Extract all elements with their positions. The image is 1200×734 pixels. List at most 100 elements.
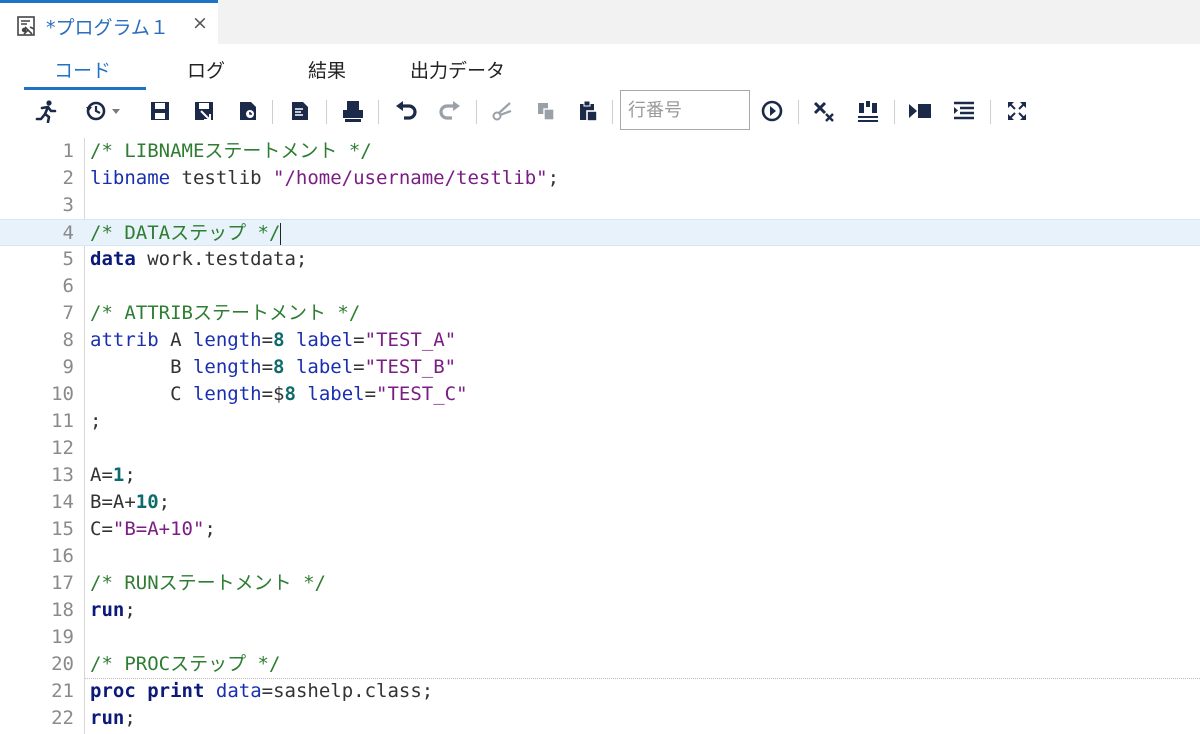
code-line[interactable]: 17 /* RUNステートメント */ (0, 570, 1200, 597)
paste-icon[interactable] (574, 97, 602, 125)
code-token: length (192, 356, 262, 378)
code-token: ; (90, 410, 102, 432)
code-token: /* LIBNAMEステートメント */ (90, 140, 372, 162)
code-line[interactable]: 13 A=1; (0, 462, 1200, 489)
code-text: B length=8 label="TEST_B" (90, 354, 456, 381)
code-token: data (90, 248, 136, 270)
code-token: label (307, 383, 365, 405)
code-token: ; (124, 599, 136, 621)
line-number: 7 (62, 302, 74, 324)
code-token: "TEST_A" (364, 329, 457, 351)
code-text: B=A+10; (90, 489, 170, 516)
code-text: proc print data=sashelp.class; (90, 678, 433, 705)
line-number: 4 (62, 222, 74, 244)
code-token: work.testdata; (135, 248, 308, 270)
print-icon[interactable] (339, 97, 367, 125)
code-token: /* PROCステップ */ (90, 653, 281, 675)
submit-to-log-icon[interactable] (906, 97, 934, 125)
code-token: ; (158, 491, 171, 513)
code-token: attrib (90, 329, 159, 351)
code-token: = (364, 383, 377, 405)
code-editor[interactable]: 1 /* LIBNAMEステートメント */ 2 libname testlib "/… (0, 138, 1200, 734)
code-token: ; (124, 707, 136, 729)
tab-code[interactable]: コード (54, 56, 111, 83)
indent-lines-icon[interactable] (950, 97, 978, 125)
close-tab-icon[interactable]: × (192, 12, 208, 34)
program-tab[interactable]: *プログラム１ × (0, 0, 218, 44)
code-text: data work.testdata; (90, 246, 307, 273)
tab-output-data[interactable]: 出力データ (410, 56, 505, 83)
save-snippet-icon[interactable] (234, 97, 262, 125)
save-as-icon[interactable] (190, 97, 218, 125)
code-line[interactable]: 3 (0, 192, 1200, 219)
copy-icon[interactable] (532, 97, 560, 125)
code-text: /* LIBNAMEステートメント */ (90, 138, 372, 165)
code-token: data (215, 680, 262, 702)
code-line[interactable]: 11; (0, 408, 1200, 435)
code-line[interactable]: 16 (0, 543, 1200, 570)
code-line[interactable]: 8 attrib A length=8 label="TEST_A" (0, 327, 1200, 354)
code-line[interactable]: 21 proc print data=sashelp.class; (0, 678, 1200, 705)
tab-log[interactable]: ログ (187, 56, 225, 83)
code-token: A (158, 329, 193, 351)
code-line[interactable]: 1 /* LIBNAMEステートメント */ (0, 138, 1200, 165)
code-token: "/home/username/testlib" (273, 167, 548, 189)
code-token: B (90, 356, 193, 378)
code-token: ; (124, 464, 136, 486)
code-text: libname testlib "/home/username/testlib"… (90, 165, 559, 192)
history-dropdown-icon[interactable] (82, 97, 126, 125)
code-token: = (353, 356, 365, 378)
code-token: /* RUNステートメント */ (90, 572, 326, 594)
go-to-line-icon[interactable] (758, 97, 786, 125)
line-number: 20 (51, 653, 74, 675)
format-code-icon[interactable] (286, 97, 314, 125)
clear-code-icon[interactable] (810, 97, 838, 125)
code-line[interactable]: 20 /* PROCステップ */ (0, 651, 1200, 678)
code-line[interactable]: 19 (0, 624, 1200, 651)
code-line[interactable]: 10 C length=$8 label="TEST_C" (0, 381, 1200, 408)
code-line[interactable]: 12 (0, 435, 1200, 462)
line-number-input[interactable] (620, 90, 750, 130)
redo-icon[interactable] (436, 97, 464, 125)
code-line[interactable]: 2 libname testlib "/home/username/testlib… (0, 165, 1200, 192)
split-columns-icon[interactable] (854, 97, 882, 125)
code-token: "TEST_B" (364, 356, 457, 378)
line-number: 9 (62, 356, 74, 378)
code-token: libname (90, 167, 171, 189)
cut-icon[interactable] (488, 97, 516, 125)
code-line[interactable]: 9 B length=8 label="TEST_B" (0, 354, 1200, 381)
code-line[interactable]: 5 data work.testdata; (0, 246, 1200, 273)
line-number: 8 (62, 329, 74, 351)
line-number: 19 (51, 626, 74, 648)
code-token: print (147, 680, 205, 702)
line-number: 2 (62, 167, 74, 189)
code-line[interactable]: 6 (0, 273, 1200, 300)
code-line[interactable]: 18 run; (0, 597, 1200, 624)
code-text: A=1; (90, 462, 136, 489)
code-token: = (261, 329, 274, 351)
code-token: B=A+ (90, 491, 136, 513)
code-token: 8 (284, 383, 296, 405)
code-line[interactable]: 7 /* ATTRIBステートメント */ (0, 300, 1200, 327)
code-text: /* DATAステップ */ (90, 220, 282, 247)
line-number: 18 (51, 599, 74, 621)
toolbar-separator (990, 100, 991, 124)
code-token: = (353, 329, 365, 351)
code-token: ; (547, 167, 560, 189)
save-icon[interactable] (146, 97, 174, 125)
code-line[interactable]: 4 /* DATAステップ */ (0, 219, 1200, 246)
line-number: 3 (62, 194, 74, 216)
text-cursor (280, 222, 282, 245)
code-text: attrib A length=8 label="TEST_A" (90, 327, 456, 354)
run-icon[interactable] (32, 97, 60, 125)
code-line[interactable]: 15 C="B=A+10"; (0, 516, 1200, 543)
undo-icon[interactable] (392, 97, 420, 125)
maximize-icon[interactable] (1003, 97, 1031, 125)
tab-results[interactable]: 結果 (308, 56, 346, 83)
code-token: length (192, 383, 262, 405)
code-line[interactable]: 22 run; (0, 705, 1200, 732)
code-line[interactable]: 14 B=A+10; (0, 489, 1200, 516)
